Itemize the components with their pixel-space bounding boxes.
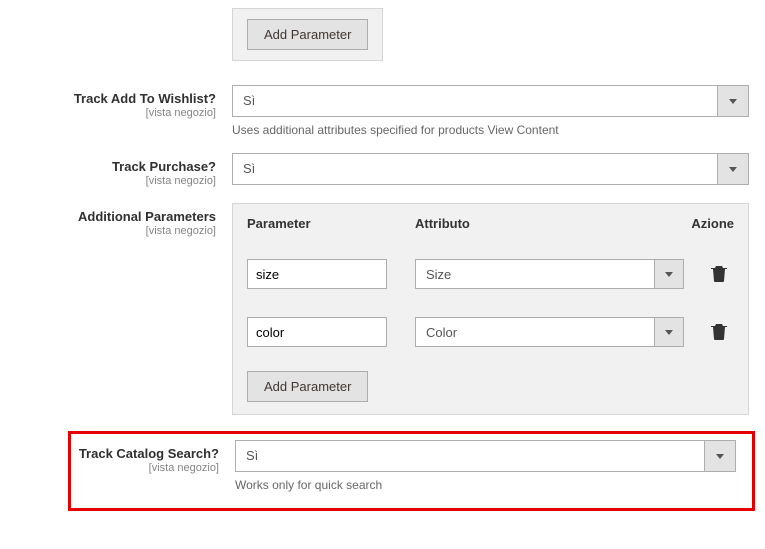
select-value-wishlist: Sì	[232, 85, 717, 117]
help-catalog-search: Works only for quick search	[235, 478, 736, 492]
parameter-name-input[interactable]	[247, 259, 387, 289]
field-track-catalog-search: Track Catalog Search? [vista negozio] Sì…	[71, 440, 752, 500]
select-track-purchase[interactable]: Sì	[232, 153, 749, 185]
add-parameter-button[interactable]: Add Parameter	[247, 371, 368, 402]
scope-track-purchase: [vista negozio]	[0, 175, 216, 187]
chevron-down-icon[interactable]	[654, 317, 684, 347]
attribute-select[interactable]: Size	[415, 259, 684, 289]
attribute-select-value: Size	[415, 259, 654, 289]
header-action: Azione	[674, 216, 734, 231]
field-track-wishlist: Track Add To Wishlist? [vista negozio] S…	[0, 77, 765, 145]
chevron-down-icon[interactable]	[717, 85, 749, 117]
parameter-row: Size	[247, 245, 734, 303]
select-track-wishlist[interactable]: Sì	[232, 85, 749, 117]
parameters-grid: Parameter Attributo Azione Size Color	[232, 203, 749, 415]
select-value-purchase: Sì	[232, 153, 717, 185]
help-wishlist: Uses additional attributes specified for…	[232, 123, 749, 137]
trash-icon	[711, 322, 727, 340]
header-attribute: Attributo	[407, 216, 674, 231]
scope-additional-parameters: [vista negozio]	[0, 225, 216, 237]
parameter-name-input[interactable]	[247, 317, 387, 347]
delete-row-button[interactable]	[704, 322, 734, 343]
label-additional-parameters: Additional Parameters	[0, 209, 216, 224]
field-additional-parameters: Additional Parameters [vista negozio] Pa…	[0, 195, 765, 423]
header-parameter: Parameter	[247, 216, 407, 231]
label-track-purchase: Track Purchase?	[0, 159, 216, 174]
chevron-down-icon[interactable]	[717, 153, 749, 185]
attribute-select-value: Color	[415, 317, 654, 347]
parameter-row: Color	[247, 303, 734, 361]
attribute-select[interactable]: Color	[415, 317, 684, 347]
trash-icon	[711, 264, 727, 282]
add-parameter-button-top[interactable]: Add Parameter	[247, 19, 368, 50]
field-track-purchase: Track Purchase? [vista negozio] Sì	[0, 145, 765, 195]
parameters-grid-header: Parameter Attributo Azione	[247, 216, 734, 231]
chevron-down-icon[interactable]	[704, 440, 736, 472]
scope-track-wishlist: [vista negozio]	[0, 107, 216, 119]
scope-track-catalog-search: [vista negozio]	[71, 462, 219, 474]
top-add-parameter-area: Add Parameter	[232, 0, 765, 77]
label-track-catalog-search: Track Catalog Search?	[71, 446, 219, 461]
select-track-catalog-search[interactable]: Sì	[235, 440, 736, 472]
delete-row-button[interactable]	[704, 264, 734, 285]
label-track-wishlist: Track Add To Wishlist?	[0, 91, 216, 106]
highlight-box: Track Catalog Search? [vista negozio] Sì…	[68, 431, 755, 511]
select-value-catalog-search: Sì	[235, 440, 704, 472]
chevron-down-icon[interactable]	[654, 259, 684, 289]
